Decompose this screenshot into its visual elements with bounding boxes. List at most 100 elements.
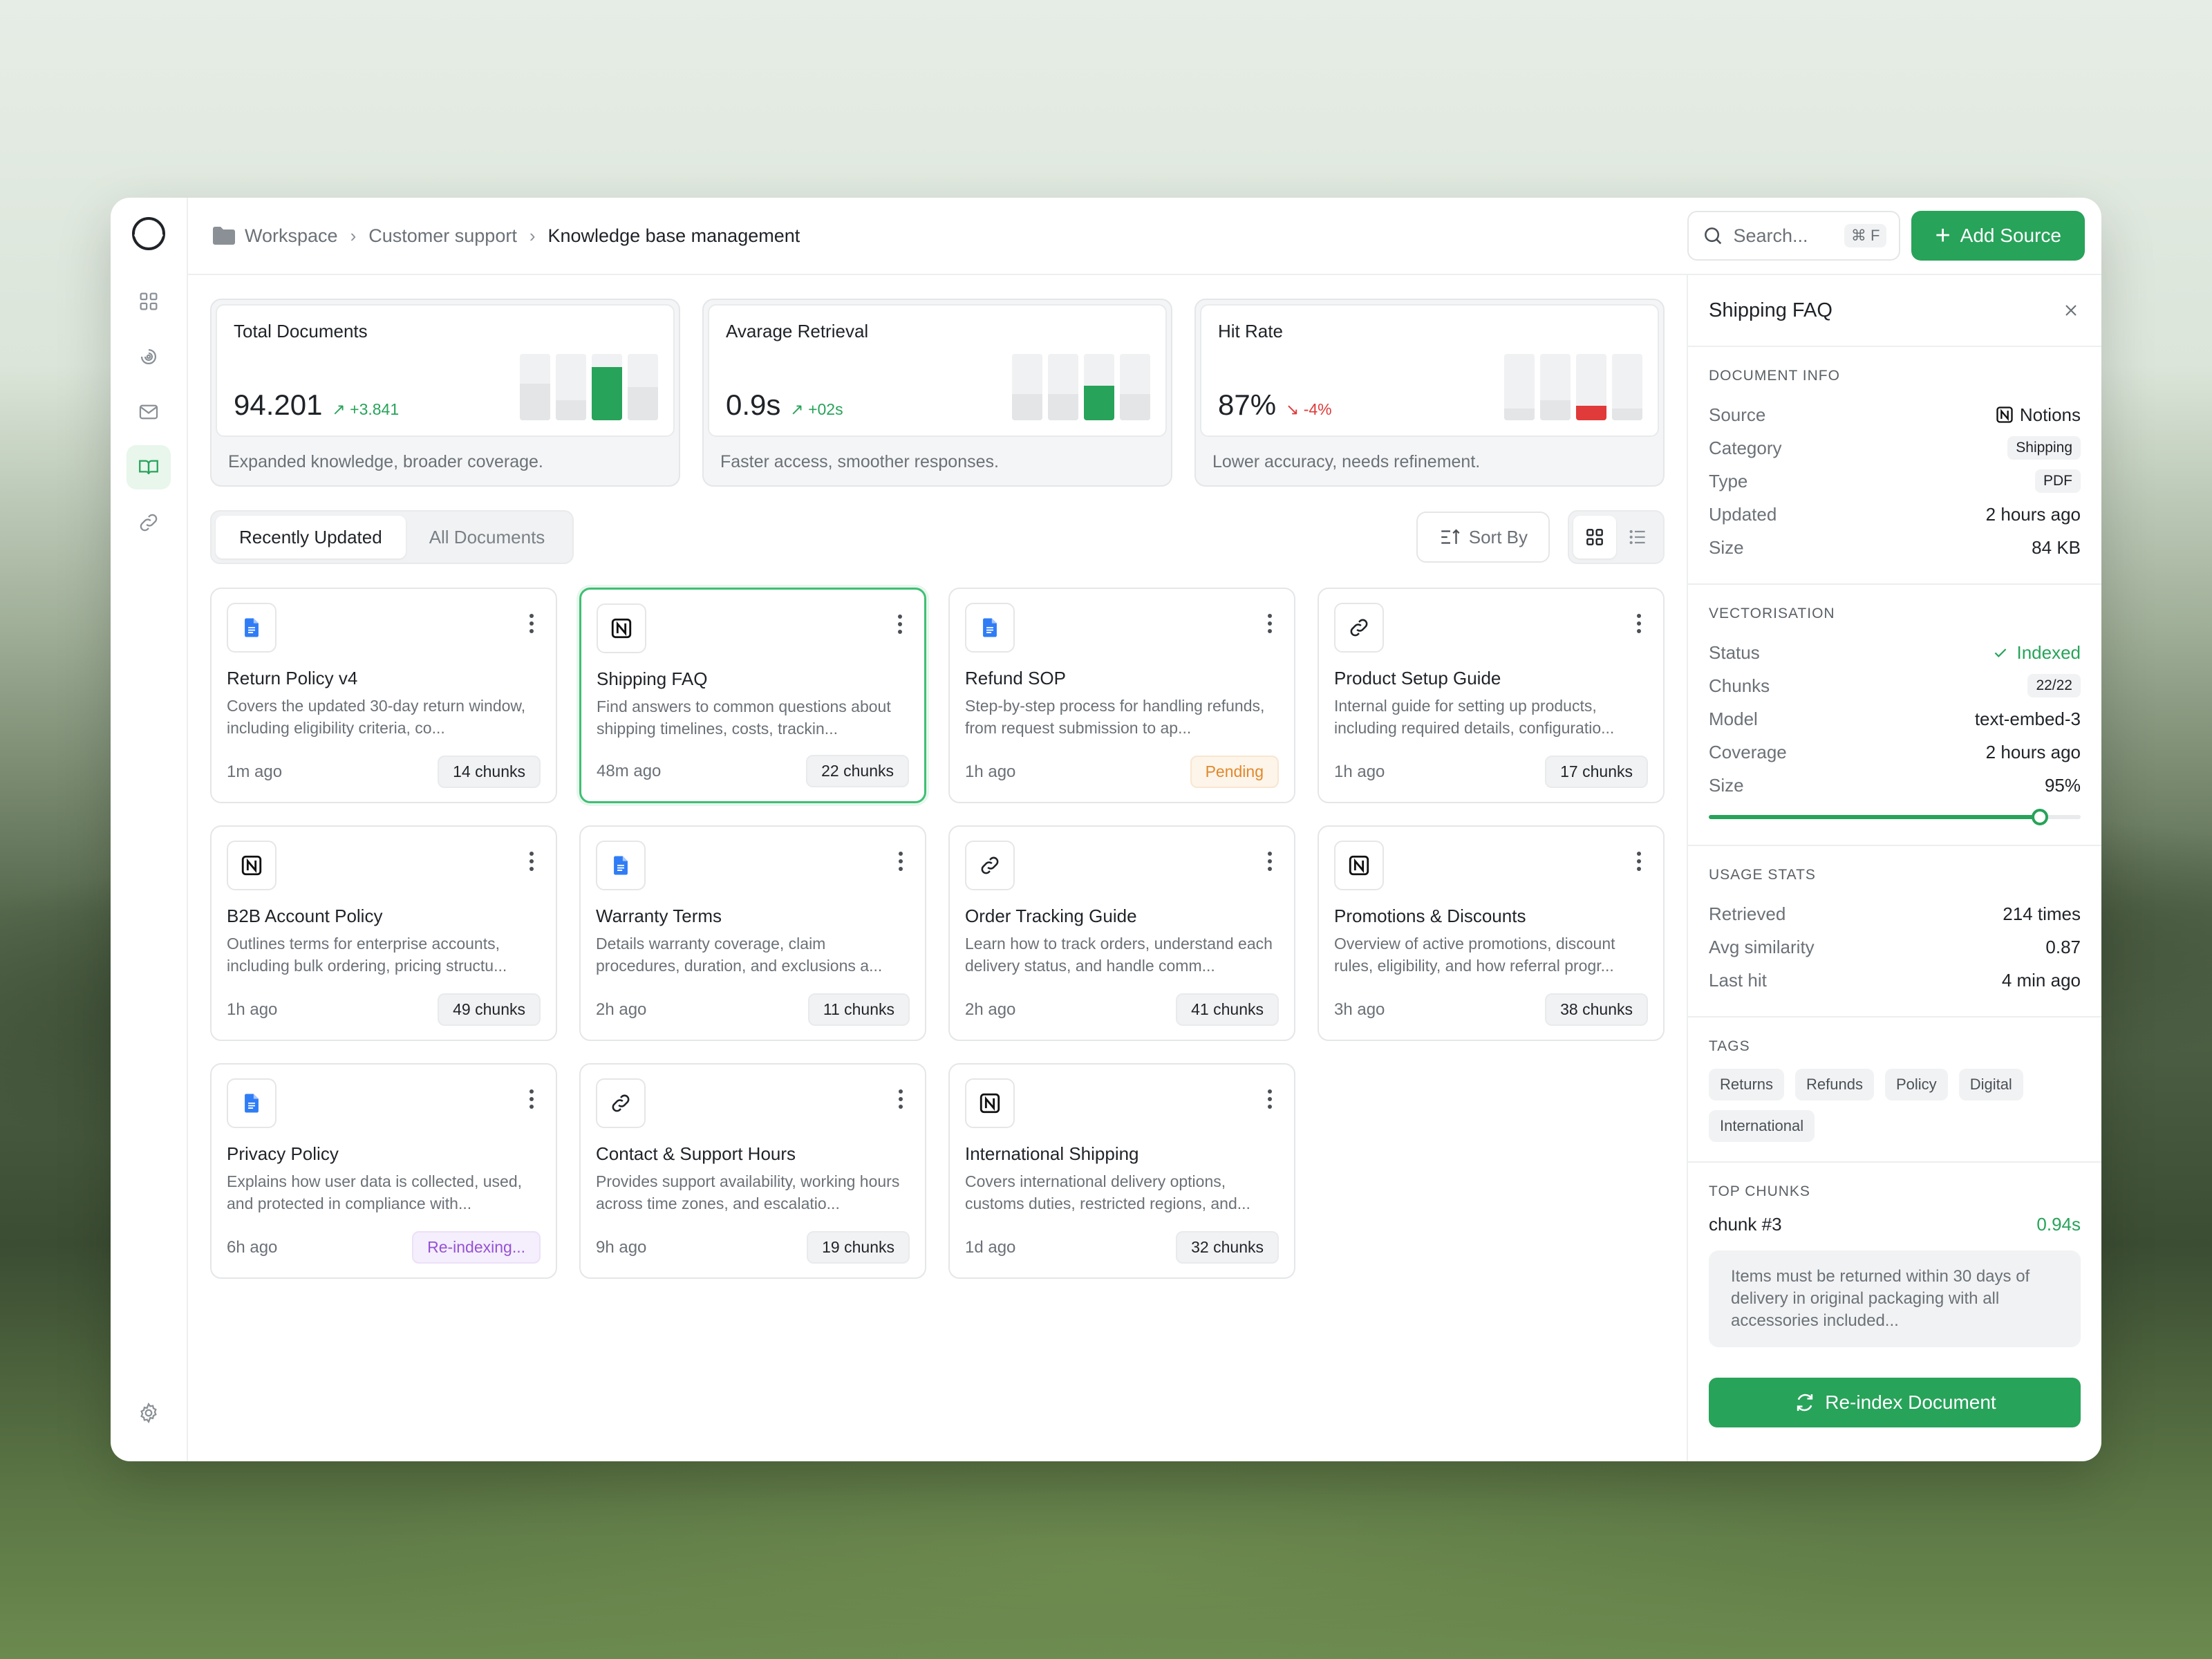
card-description: Covers the updated 30-day return window,…	[227, 697, 526, 737]
card-description: Outlines terms for enterprise accounts, …	[227, 935, 507, 975]
more-options-icon[interactable]	[1268, 852, 1275, 874]
card-title: International Shipping	[965, 1143, 1139, 1164]
usage-row-similarity: Avg similarity 0.87	[1709, 930, 2081, 964]
tab-all-documents[interactable]: All Documents	[406, 516, 569, 559]
card-description: Step-by-step process for handling refund…	[965, 697, 1265, 737]
info-value: 95%	[2044, 774, 2081, 796]
document-card[interactable]: Product Setup Guide Internal guide for se…	[1318, 588, 1665, 803]
search-input[interactable]: Search... ⌘ F	[1687, 211, 1901, 261]
stat-title: Avarage Retrieval	[726, 321, 869, 341]
more-options-icon[interactable]	[1268, 614, 1275, 637]
rail-integrations[interactable]	[126, 500, 171, 545]
breadcrumb-customer-support[interactable]: Customer support	[368, 225, 517, 247]
tag[interactable]: Digital	[1958, 1069, 2023, 1100]
card-time: 1h ago	[1334, 762, 1385, 781]
section-title: USAGE STATS	[1709, 867, 1816, 883]
sort-by-button[interactable]: Sort By	[1416, 512, 1550, 563]
mini-bar-fill	[1540, 400, 1571, 420]
gdoc-icon	[227, 1078, 276, 1128]
info-key: Status	[1709, 641, 1760, 663]
card-footer: 1h ago 17 chunks	[1334, 756, 1648, 788]
breadcrumb-workspace[interactable]: Workspace	[245, 225, 338, 247]
section-title: DOCUMENT INFO	[1709, 368, 1840, 384]
radar-icon	[140, 348, 157, 365]
document-card[interactable]: Warranty Terms Details warranty coverage,…	[579, 825, 926, 1041]
tag[interactable]: International	[1709, 1110, 1815, 1142]
chunk-header: chunk #3 0.94s	[1709, 1214, 2081, 1235]
document-card[interactable]: Promotions & Discounts Overview of active…	[1318, 825, 1665, 1041]
rail-knowledge-base[interactable]	[126, 445, 171, 489]
status-badge: 41 chunks	[1176, 993, 1279, 1026]
tab-recently-updated[interactable]: Recently Updated	[216, 516, 406, 559]
info-row-category: Category Shipping	[1709, 431, 2081, 465]
panel-title: Shipping FAQ	[1709, 299, 1833, 321]
stat-value-text: 94.201	[234, 388, 323, 421]
slider-thumb[interactable]	[2031, 809, 2048, 825]
source-value: Notions	[2019, 404, 2081, 425]
rail-signals[interactable]	[126, 335, 171, 379]
document-card[interactable]: Contact & Support Hours Provides support …	[579, 1063, 926, 1279]
list-view-button[interactable]	[1616, 516, 1659, 559]
stat-delta: ↗ +3.841	[332, 400, 400, 418]
mini-bar-fill	[1504, 408, 1535, 420]
document-info-section: DOCUMENT INFO Source Notions Category Sh…	[1688, 347, 2101, 585]
grid-view-button[interactable]	[1573, 516, 1616, 559]
more-options-icon[interactable]	[529, 852, 536, 874]
document-card[interactable]: Privacy Policy Explains how user data is …	[210, 1063, 557, 1279]
more-options-icon[interactable]	[1268, 1089, 1275, 1112]
gdoc-icon	[227, 603, 276, 653]
add-source-button[interactable]: + Add Source	[1911, 211, 2085, 261]
more-options-icon[interactable]	[1637, 614, 1644, 637]
reindex-document-button[interactable]: Re-index Document	[1709, 1378, 2081, 1427]
tag[interactable]: Policy	[1885, 1069, 1948, 1100]
grid-icon	[140, 292, 158, 310]
section-title: TAGS	[1709, 1038, 1750, 1054]
usage-row-last-hit: Last hit 4 min ago	[1709, 964, 2081, 997]
card-title: Contact & Support Hours	[596, 1143, 796, 1164]
document-card[interactable]: Refund SOP Step-by-step process for handl…	[948, 588, 1295, 803]
vector-row-status: Status Indexed	[1709, 636, 2081, 669]
info-key: Category	[1709, 437, 1782, 458]
app-window: Workspace › Customer support › Knowledge…	[111, 198, 2101, 1461]
document-card[interactable]: International Shipping Covers internation…	[948, 1063, 1295, 1279]
tag[interactable]: Refunds	[1795, 1069, 1874, 1100]
more-options-icon[interactable]	[899, 1089, 906, 1112]
stat-body: Total Documents 94.201 ↗ +3.841	[216, 304, 675, 437]
rail-dashboard[interactable]	[126, 279, 171, 324]
rail-settings[interactable]	[126, 1391, 171, 1435]
info-key: Avg similarity	[1709, 936, 1815, 957]
tag[interactable]: Returns	[1709, 1069, 1785, 1100]
rail-inbox[interactable]	[126, 390, 171, 434]
document-card[interactable]: B2B Account Policy Outlines terms for ent…	[210, 825, 557, 1041]
card-footer: 1h ago 49 chunks	[227, 993, 541, 1026]
mini-bar-chart	[1504, 354, 1642, 420]
size-slider[interactable]	[1709, 809, 2081, 825]
card-time: 48m ago	[597, 761, 662, 780]
more-options-icon[interactable]	[529, 614, 536, 637]
info-key: Last hit	[1709, 969, 1767, 991]
card-title: Return Policy v4	[227, 668, 358, 688]
mini-bar-fill	[1612, 408, 1642, 420]
mini-bar-fill	[556, 400, 586, 420]
close-icon[interactable]	[2061, 301, 2081, 320]
more-options-icon[interactable]	[529, 1089, 536, 1112]
mini-bar-fill	[1576, 405, 1606, 420]
more-options-icon[interactable]	[1637, 852, 1644, 874]
info-value: 84 KB	[2032, 536, 2081, 558]
vector-row-size: Size 95%	[1709, 769, 2081, 802]
type-chip: PDF	[2035, 469, 2081, 493]
status-badge: Pending	[1190, 756, 1279, 788]
mini-bar-fill	[592, 367, 622, 420]
mini-bar-fill	[1048, 393, 1078, 420]
usage-row-retrieved: Retrieved 214 times	[1709, 897, 2081, 930]
more-options-icon[interactable]	[898, 615, 905, 637]
more-options-icon[interactable]	[899, 852, 906, 874]
status-badge: Re-indexing...	[412, 1231, 541, 1264]
document-card[interactable]: Order Tracking Guide Learn how to track o…	[948, 825, 1295, 1041]
status-badge: 38 chunks	[1545, 993, 1648, 1026]
info-key: Chunks	[1709, 675, 1770, 696]
document-card[interactable]: Return Policy v4 Covers the updated 30-da…	[210, 588, 557, 803]
mini-bar	[1120, 354, 1150, 420]
notion-icon	[597, 603, 646, 653]
document-card[interactable]: Shipping FAQ Find answers to common quest…	[579, 588, 926, 803]
